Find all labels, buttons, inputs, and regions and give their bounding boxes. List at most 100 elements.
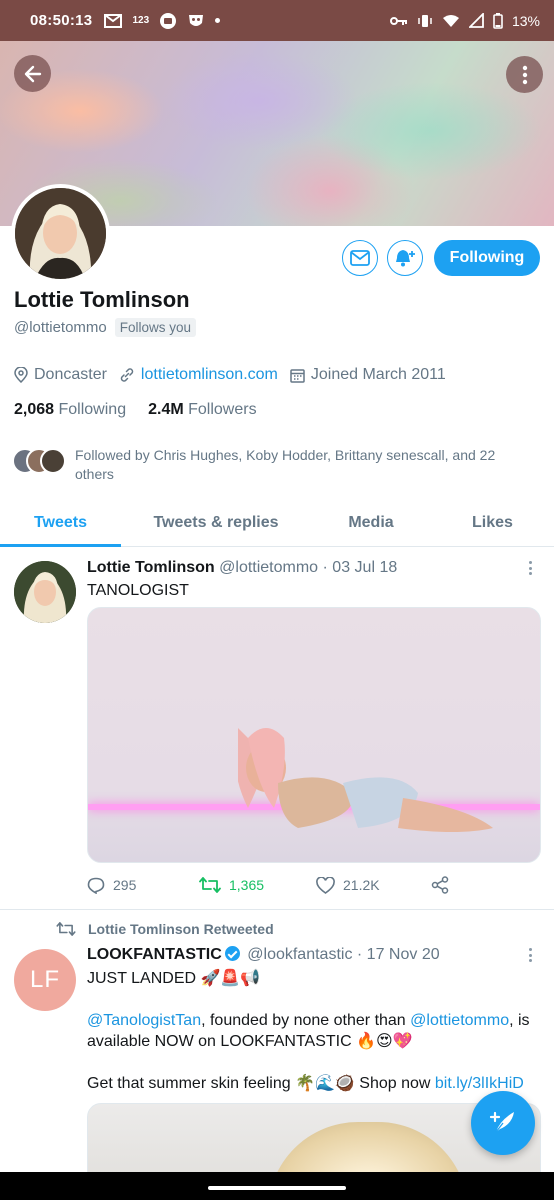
tweet-date: · 03 Jul 18 xyxy=(322,559,398,576)
notification-icons: 123 xyxy=(104,12,221,30)
following-count-link[interactable]: 2,068 Following xyxy=(14,401,126,419)
location-text: Doncaster xyxy=(34,366,107,383)
tab-likes[interactable]: Likes xyxy=(431,500,554,546)
verified-badge-icon xyxy=(224,946,240,961)
location-item: Doncaster xyxy=(14,366,107,384)
follow-counts: 2,068 Following 2.4M Followers xyxy=(14,401,257,419)
system-icons: 13% xyxy=(389,12,540,29)
followed-by-avatars xyxy=(12,446,72,476)
link-icon xyxy=(120,368,134,382)
message-button[interactable] xyxy=(342,240,378,276)
mini-avatar xyxy=(40,448,66,474)
app-notification-icon xyxy=(160,12,177,29)
photo-figure xyxy=(238,728,493,832)
tweet-author-handle: @lookfantastic xyxy=(247,946,353,963)
retweet-count: 1,365 xyxy=(229,877,265,893)
tweet-text-segment: Get that summer skin feeling 🌴🌊🥥 Shop no… xyxy=(87,1075,435,1092)
tweet-header: LOOKFANTASTIC @lookfantastic · 17 Nov 20 xyxy=(87,946,440,964)
retweet-icon xyxy=(56,922,76,936)
status-time: 08:50:13 xyxy=(30,12,93,29)
avatar-initials: LF xyxy=(29,966,60,993)
status-bar: 08:50:13 123 13% xyxy=(0,0,554,41)
following-button[interactable]: Following xyxy=(434,240,540,276)
heart-icon xyxy=(316,876,335,894)
more-options-button[interactable] xyxy=(506,56,543,93)
tweet-author-avatar[interactable] xyxy=(14,561,76,623)
profile-tabs: Tweets Tweets & replies Media Likes xyxy=(0,500,554,547)
retweet-icon xyxy=(199,877,221,893)
joined-item: Joined March 2011 xyxy=(290,366,446,384)
tweet-author-name[interactable]: LOOKFANTASTIC xyxy=(87,946,222,963)
profile-avatar[interactable] xyxy=(11,184,110,283)
vibrate-icon xyxy=(418,14,432,27)
profile-meta: Doncaster lottietomlinson.com Joined Mar… xyxy=(14,366,458,384)
tweet-text: TANOLOGIST xyxy=(87,582,189,599)
retweeted-label[interactable]: Lottie Tomlinson Retweeted xyxy=(56,921,274,937)
tweet-line-2: @TanologistTan, founded by none other th… xyxy=(87,1010,542,1052)
gmail-icon xyxy=(104,13,123,28)
tweet-text: JUST LANDED 🚀🚨📢 @TanologistTan, founded … xyxy=(87,968,542,1094)
tweet-line-3: Get that summer skin feeling 🌴🌊🥥 Shop no… xyxy=(87,1073,542,1094)
more-notifications-dot xyxy=(215,18,221,23)
tweet-more-button[interactable] xyxy=(524,559,536,577)
tweet-header: Lottie Tomlinson @lottietommo · 03 Jul 1… xyxy=(87,559,397,577)
profile-name: Lottie Tomlinson xyxy=(14,287,190,312)
tab-media[interactable]: Media xyxy=(311,500,431,546)
like-button[interactable]: 21.2K xyxy=(316,876,431,894)
avatar-portrait xyxy=(15,188,106,279)
followers-count: 2.4M xyxy=(148,401,184,418)
share-button[interactable] xyxy=(431,876,449,894)
tab-tweets[interactable]: Tweets xyxy=(0,500,121,547)
back-button[interactable] xyxy=(14,55,51,92)
reply-icon xyxy=(87,877,105,894)
tweet-author-name[interactable]: Lottie Tomlinson xyxy=(87,559,215,576)
profile-handle: @lottietommo xyxy=(14,319,107,336)
followers-label: Followers xyxy=(188,401,257,418)
tweet-more-button[interactable] xyxy=(524,946,536,964)
steps-counter-icon: 123 xyxy=(132,15,150,26)
vpn-key-icon xyxy=(389,16,407,25)
retweeted-by-text: Lottie Tomlinson Retweeted xyxy=(88,921,274,937)
tweet-text-segment: , founded by none other than xyxy=(201,1012,411,1029)
wifi-icon xyxy=(442,14,459,27)
more-vertical-icon xyxy=(522,65,527,84)
arrow-left-icon xyxy=(24,65,41,82)
joined-text: Joined March 2011 xyxy=(310,366,446,383)
compose-tweet-button[interactable] xyxy=(471,1091,535,1155)
like-count: 21.2K xyxy=(343,877,380,893)
tab-tweets-and-replies[interactable]: Tweets & replies xyxy=(121,500,311,546)
mask-icon xyxy=(189,14,204,26)
reply-count: 295 xyxy=(113,877,137,893)
bell-plus-icon xyxy=(396,250,415,267)
feather-plus-icon xyxy=(489,1111,514,1133)
signal-icon xyxy=(468,13,484,28)
follows-you-badge: Follows you xyxy=(114,318,197,337)
followers-count-link[interactable]: 2.4M Followers xyxy=(148,401,257,419)
website-link[interactable]: lottietomlinson.com xyxy=(141,366,278,384)
notifications-button[interactable] xyxy=(387,240,423,276)
mention-link[interactable]: @lottietommo xyxy=(410,1012,509,1029)
followed-by-text: Followed by Chris Hughes, Koby Hodder, B… xyxy=(75,447,496,482)
followed-by[interactable]: Followed by Chris Hughes, Koby Hodder, B… xyxy=(12,446,515,484)
tweet-author-avatar[interactable]: LF xyxy=(14,949,76,1011)
battery-percent: 13% xyxy=(511,12,540,29)
reply-button[interactable]: 295 xyxy=(87,877,199,894)
tweet-date: · 17 Nov 20 xyxy=(356,946,440,963)
avatar-portrait xyxy=(14,561,76,623)
website-item[interactable]: lottietomlinson.com xyxy=(119,366,278,384)
calendar-icon xyxy=(290,368,305,383)
tweet-line-1: JUST LANDED 🚀🚨📢 xyxy=(87,970,261,987)
tweet-media-image[interactable] xyxy=(87,607,541,863)
tweet-author-handle: @lottietommo xyxy=(219,559,319,576)
home-gesture-pill[interactable] xyxy=(208,1186,346,1190)
tweet-actions: 295 1,365 21.2K xyxy=(87,876,467,894)
short-link[interactable]: bit.ly/3lIkHiD xyxy=(435,1075,524,1092)
mention-link[interactable]: @TanologistTan xyxy=(87,1012,201,1029)
battery-icon xyxy=(493,12,503,29)
tweet-divider xyxy=(0,909,554,910)
handle-row: @lottietommo Follows you xyxy=(14,318,197,337)
share-icon xyxy=(431,876,449,894)
following-count: 2,068 xyxy=(14,401,55,418)
retweet-button[interactable]: 1,365 xyxy=(199,877,316,893)
location-pin-icon xyxy=(14,367,28,383)
